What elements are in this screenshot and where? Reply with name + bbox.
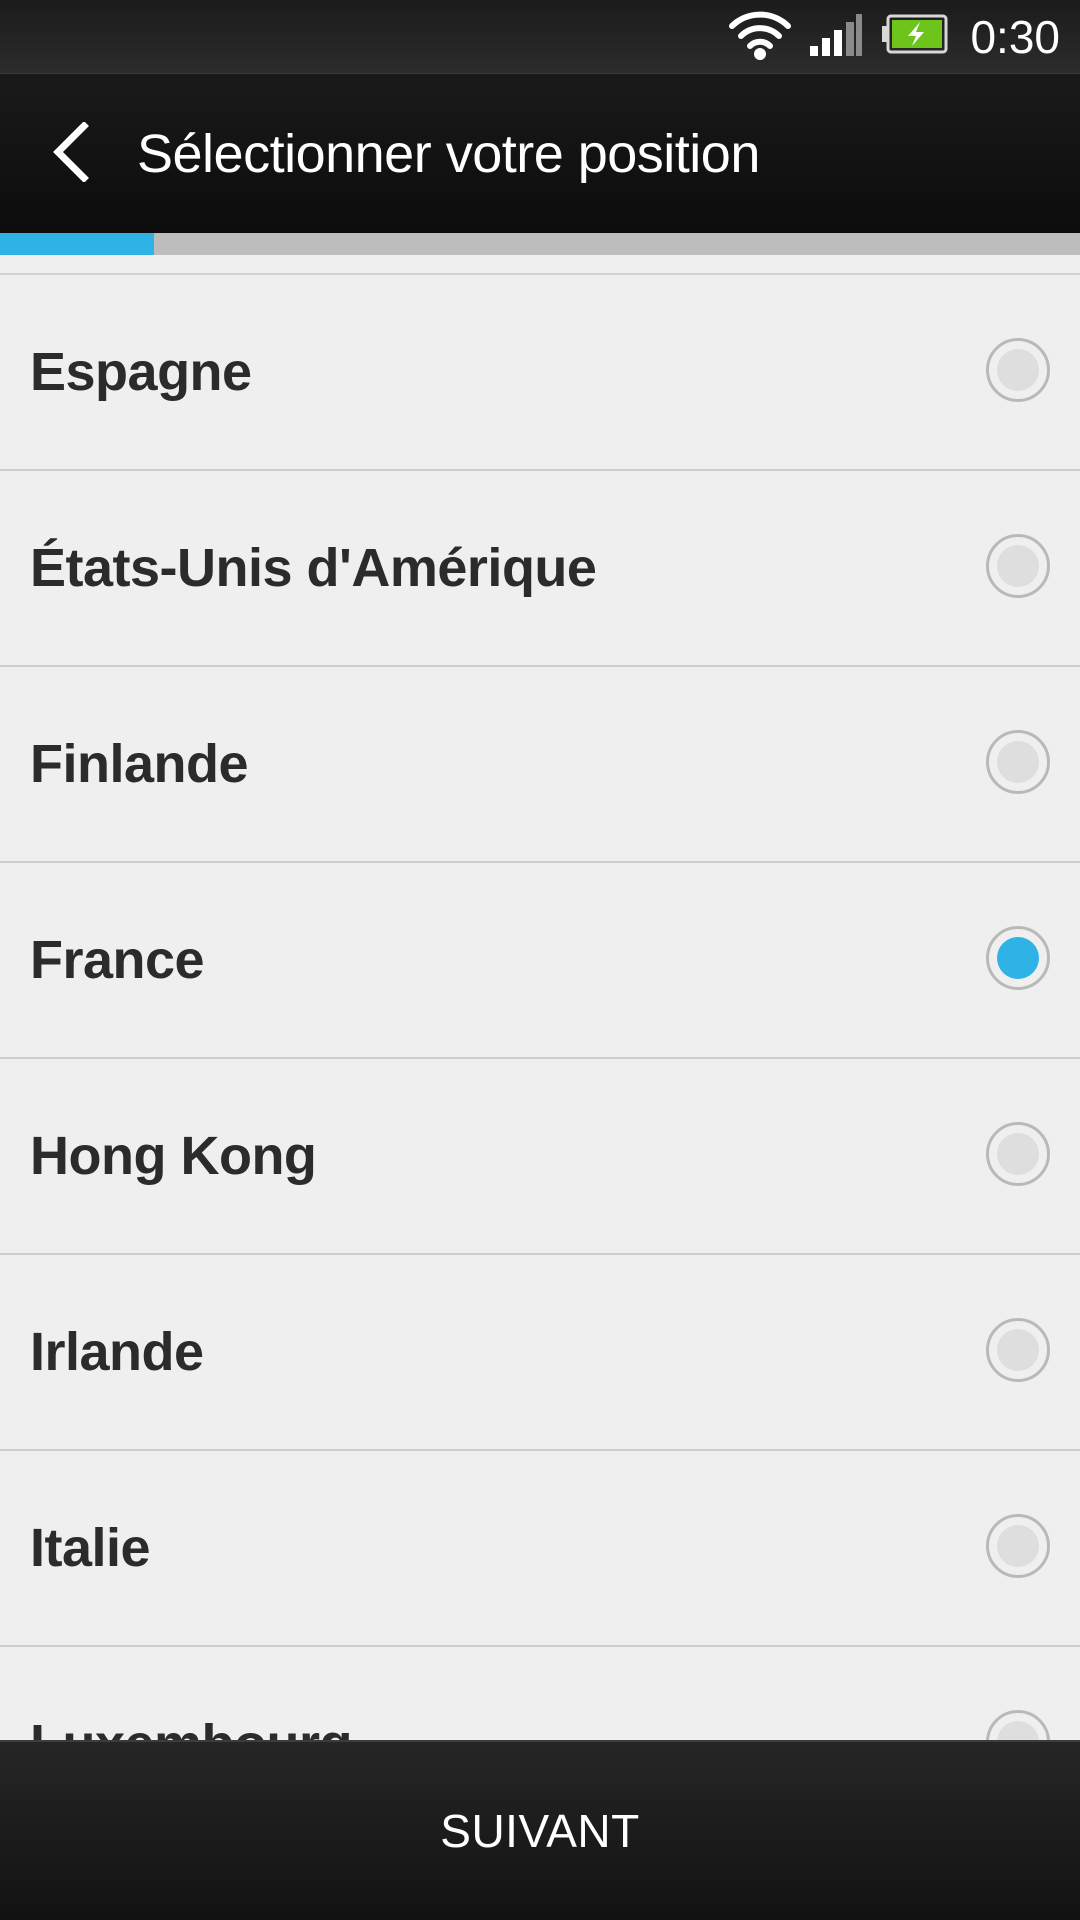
list-item[interactable]: Irlande bbox=[0, 1255, 1080, 1451]
radio-button[interactable] bbox=[986, 1122, 1050, 1186]
status-clock: 0:30 bbox=[970, 10, 1060, 63]
list-item-label: France bbox=[30, 930, 205, 990]
list-item[interactable]: France bbox=[0, 863, 1080, 1059]
signal-icon bbox=[808, 12, 864, 61]
radio-button[interactable] bbox=[986, 338, 1050, 402]
list-item-label: Espagne bbox=[30, 342, 252, 402]
radio-indicator bbox=[997, 1133, 1039, 1175]
radio-button[interactable] bbox=[986, 1514, 1050, 1578]
page-title: Sélectionner votre position bbox=[137, 124, 760, 184]
wifi-icon bbox=[728, 8, 792, 65]
action-bar: Sélectionner votre position bbox=[0, 73, 1080, 233]
country-list: Espagne États-Unis d'Amérique Finlande Fran… bbox=[0, 275, 1080, 1740]
progress-bar bbox=[0, 233, 1080, 255]
radio-button[interactable] bbox=[986, 1318, 1050, 1382]
back-button[interactable] bbox=[30, 114, 110, 194]
list-item-label: Luxembourg bbox=[30, 1647, 353, 1740]
list-item[interactable]: Italie bbox=[0, 1451, 1080, 1647]
radio-button[interactable] bbox=[986, 534, 1050, 598]
radio-indicator bbox=[997, 1329, 1039, 1371]
list-item[interactable]: Hong Kong bbox=[0, 1059, 1080, 1255]
next-button[interactable]: SUIVANT bbox=[380, 1784, 699, 1878]
list-item-label: Hong Kong bbox=[30, 1126, 317, 1186]
list-item-label: États-Unis d'Amérique bbox=[30, 538, 597, 598]
radio-indicator bbox=[997, 741, 1039, 783]
list-item-label: Finlande bbox=[30, 734, 249, 794]
radio-button[interactable] bbox=[986, 730, 1050, 794]
battery-charging-icon bbox=[880, 14, 948, 59]
list-item[interactable]: Finlande bbox=[0, 667, 1080, 863]
radio-button[interactable] bbox=[986, 1710, 1050, 1740]
radio-indicator bbox=[997, 1525, 1039, 1567]
bottom-bar: SUIVANT bbox=[0, 1740, 1080, 1920]
list-item[interactable]: Luxembourg bbox=[0, 1647, 1080, 1740]
radio-indicator bbox=[997, 349, 1039, 391]
radio-button[interactable] bbox=[986, 926, 1050, 990]
list-item[interactable]: Espagne bbox=[0, 275, 1080, 471]
country-list-scroll[interactable]: Espagne États-Unis d'Amérique Finlande Fran… bbox=[0, 255, 1080, 1740]
radio-indicator bbox=[997, 545, 1039, 587]
status-bar: 0:30 bbox=[0, 0, 1080, 73]
list-item-label: Irlande bbox=[30, 1322, 204, 1382]
list-item[interactable]: États-Unis d'Amérique bbox=[0, 471, 1080, 667]
chevron-left-icon bbox=[48, 120, 92, 187]
progress-bar-fill bbox=[0, 233, 155, 255]
status-icons: 0:30 bbox=[728, 0, 1060, 73]
list-item-label: Italie bbox=[30, 1518, 151, 1578]
radio-indicator bbox=[997, 1721, 1039, 1740]
radio-indicator bbox=[997, 937, 1039, 979]
